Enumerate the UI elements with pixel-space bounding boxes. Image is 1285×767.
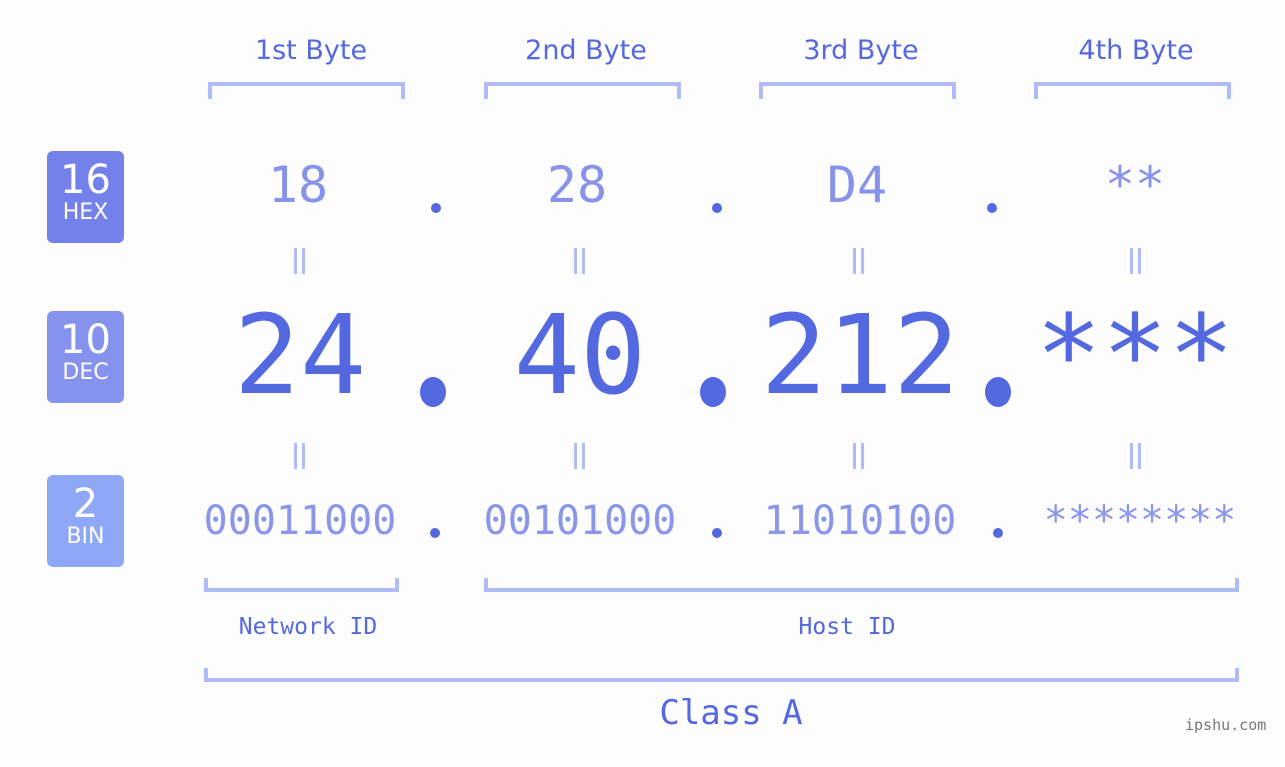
dec-byte-4: ***: [1035, 291, 1235, 419]
byte-header-4: 4th Byte: [1078, 35, 1194, 66]
hex-badge-label: HEX: [62, 200, 109, 225]
network-id-bracket: [204, 578, 399, 592]
host-id-bracket: [484, 578, 1239, 592]
hex-separator-1: [431, 203, 441, 213]
equals-icon: [574, 248, 585, 274]
bin-separator-2: [712, 528, 722, 538]
bin-badge-label: BIN: [66, 524, 105, 549]
equals-icon: [853, 248, 864, 274]
hex-byte-2: 28: [546, 156, 608, 214]
dec-badge-label: DEC: [62, 360, 109, 385]
bin-byte-1: 00011000: [203, 498, 397, 544]
hex-separator-2: [712, 203, 722, 213]
dec-byte-1: 24: [233, 291, 367, 419]
dec-separator-2: [700, 377, 726, 407]
class-label: Class A: [659, 693, 803, 733]
hex-separator-3: [987, 203, 997, 213]
equals-icon: [294, 248, 305, 274]
byte-bracket-3: [759, 82, 956, 99]
hex-byte-3: D4: [826, 156, 888, 214]
network-id-label: Network ID: [238, 614, 378, 640]
hex-byte-4: **: [1104, 156, 1166, 214]
watermark: ipshu.com: [1185, 716, 1267, 734]
dec-badge: 10 DEC: [47, 311, 124, 403]
bin-badge: 2 BIN: [47, 475, 124, 567]
byte-header-3: 3rd Byte: [803, 35, 919, 66]
bin-badge-number: 2: [72, 481, 99, 527]
bin-separator-1: [430, 528, 440, 538]
equals-icon: [1130, 248, 1141, 274]
equals-icon: [294, 443, 305, 469]
byte-header-2: 2nd Byte: [525, 35, 647, 66]
dec-separator-1: [420, 377, 446, 407]
host-id-label: Host ID: [798, 614, 896, 640]
dec-badge-number: 10: [60, 317, 111, 363]
byte-bracket-2: [484, 82, 681, 99]
class-bracket: [204, 668, 1239, 682]
hex-byte-1: 18: [267, 156, 329, 214]
bin-byte-3: 11010100: [763, 498, 957, 544]
dec-byte-2: 40: [513, 291, 647, 419]
equals-icon: [853, 443, 864, 469]
dec-separator-3: [985, 377, 1011, 407]
byte-header-1: 1st Byte: [254, 35, 368, 66]
bin-byte-4: ********: [1043, 498, 1237, 544]
byte-bracket-1: [208, 82, 405, 99]
bin-separator-3: [993, 528, 1003, 538]
equals-icon: [574, 443, 585, 469]
byte-bracket-4: [1034, 82, 1231, 99]
hex-badge: 16 HEX: [47, 151, 124, 243]
equals-icon: [1130, 443, 1141, 469]
hex-badge-number: 16: [60, 157, 111, 203]
dec-byte-3: 212: [760, 291, 960, 419]
bin-byte-2: 00101000: [483, 498, 677, 544]
